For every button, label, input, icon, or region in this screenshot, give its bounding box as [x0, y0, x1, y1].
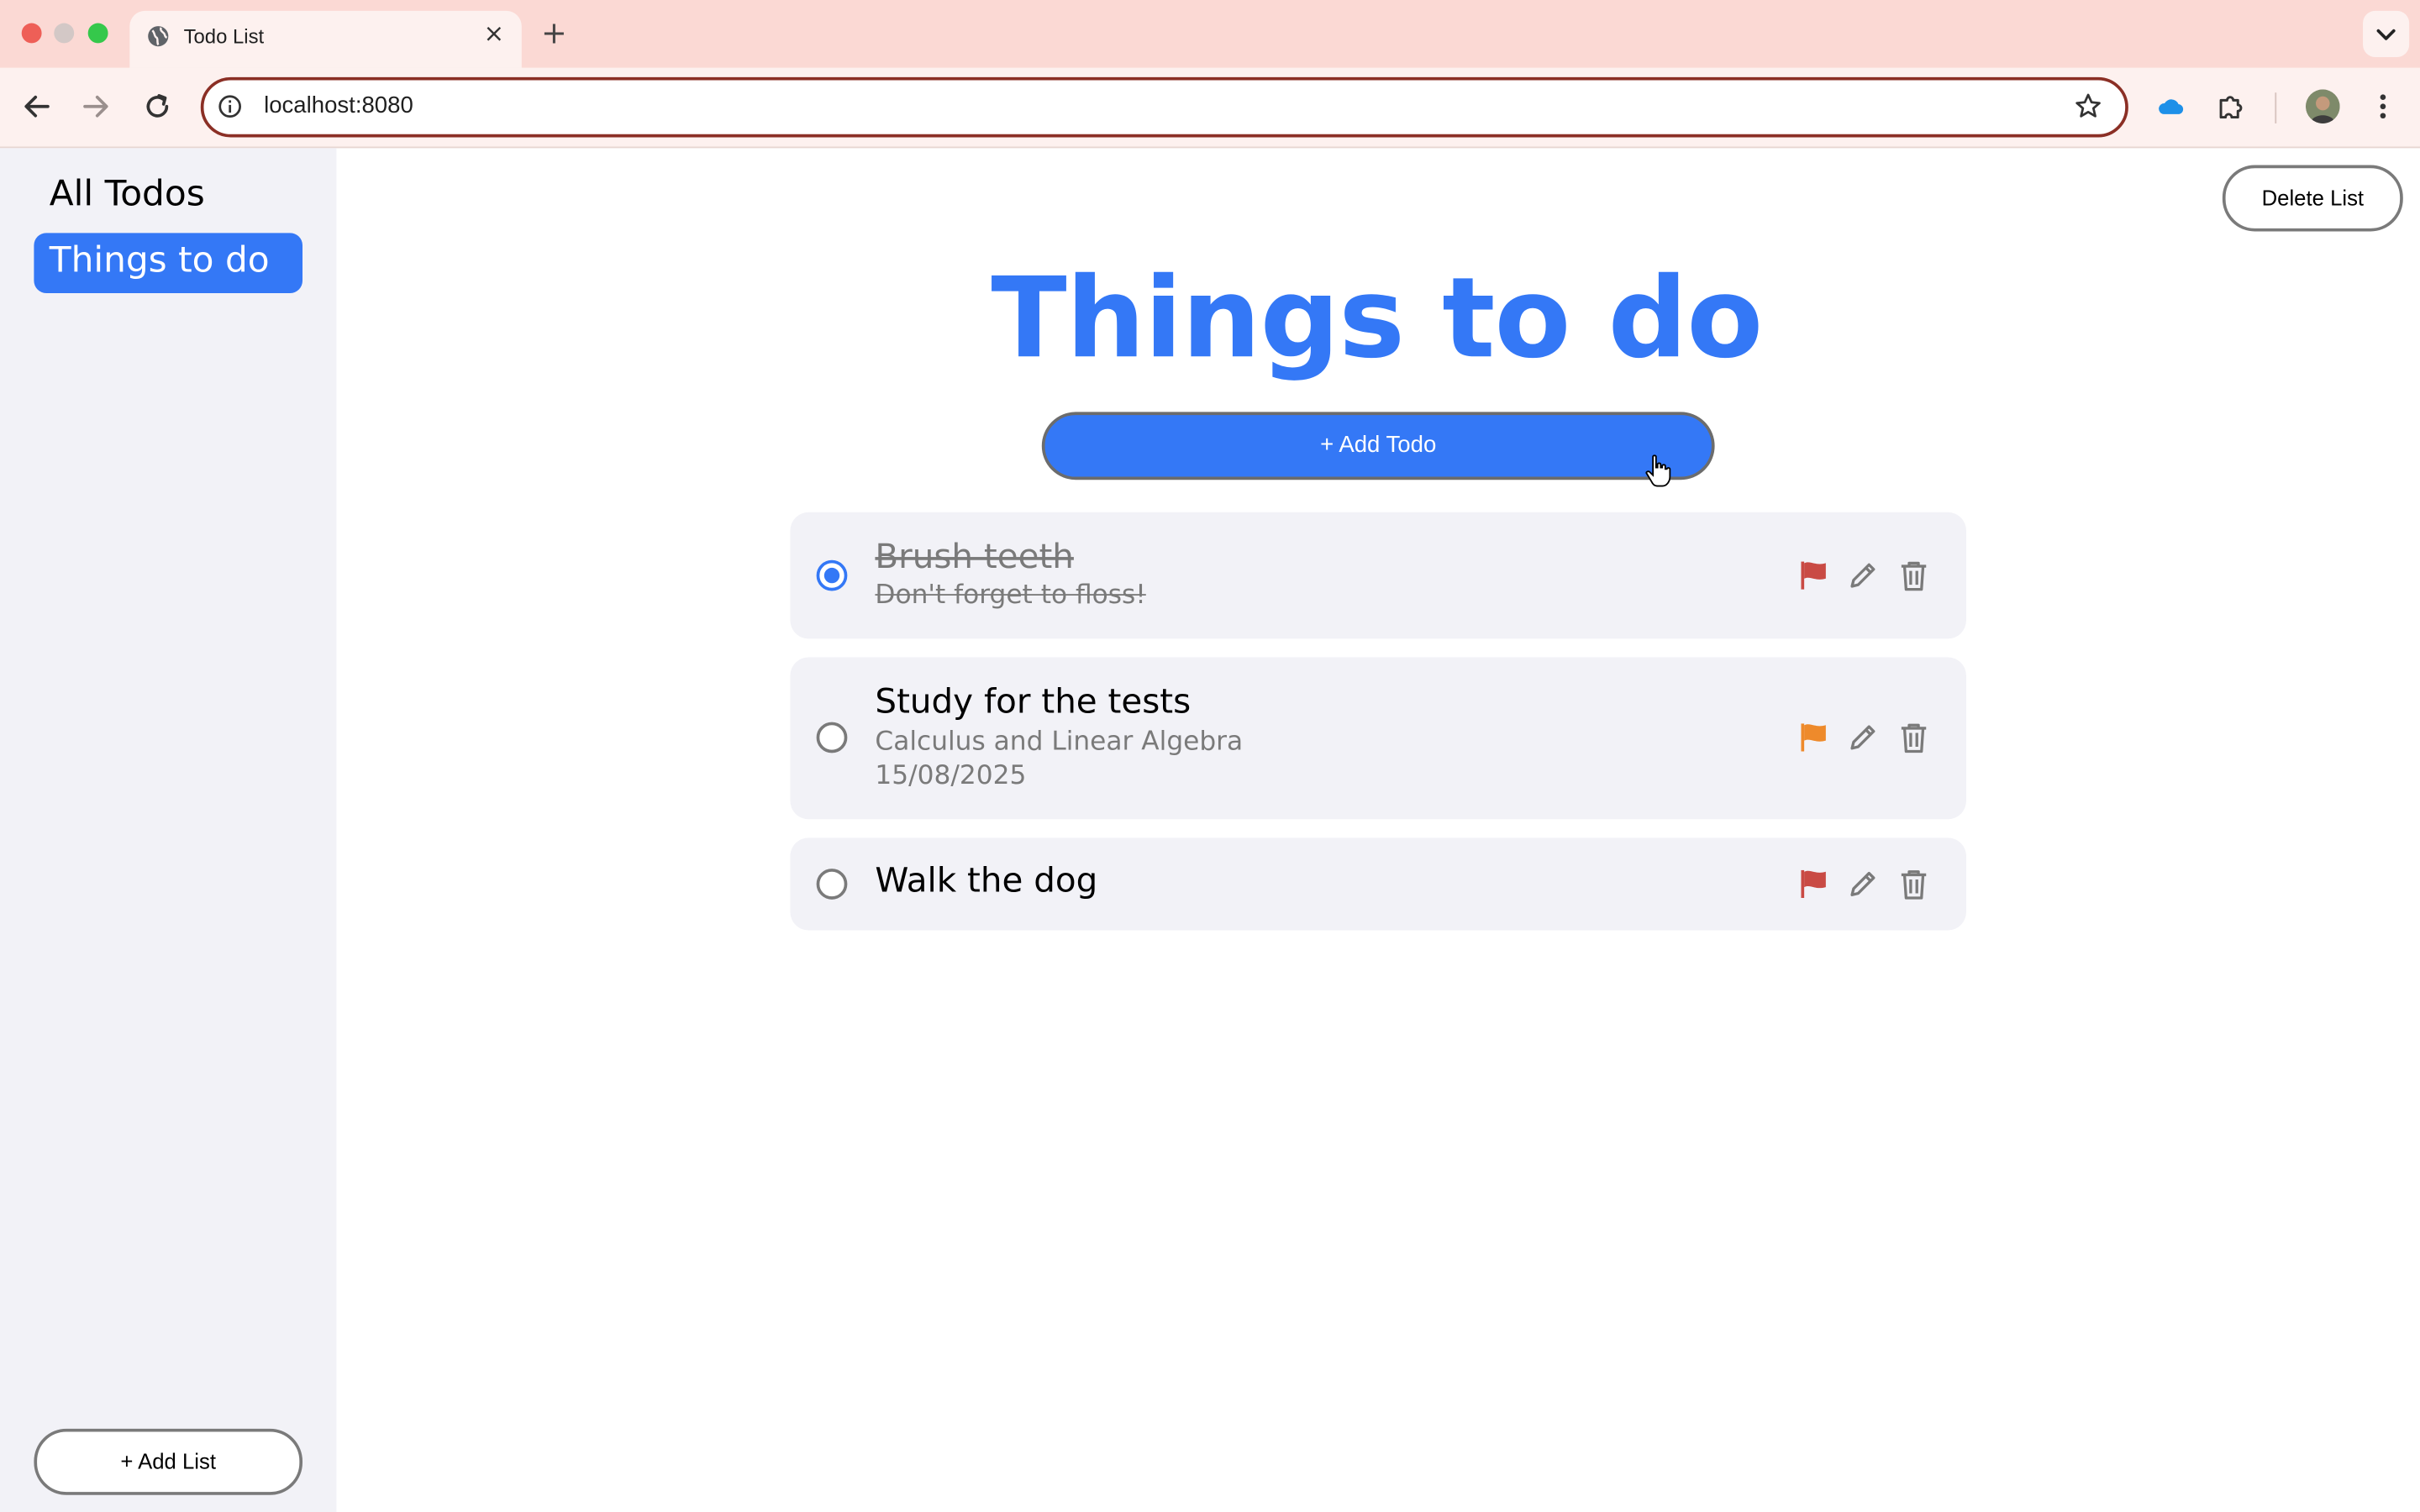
- edit-pencil-icon[interactable]: [1846, 867, 1880, 900]
- puzzle-icon[interactable]: [2217, 91, 2248, 122]
- tab-title: Todo List: [183, 24, 265, 48]
- close-window-button[interactable]: [21, 23, 42, 44]
- hand-cursor-icon: [1645, 454, 1671, 487]
- todo-title: Brush teeth: [875, 538, 1074, 577]
- edit-pencil-icon[interactable]: [1846, 559, 1880, 592]
- kebab-icon[interactable]: [2370, 90, 2395, 123]
- sidebar-item-label: Things to do: [49, 240, 270, 281]
- forward-icon[interactable]: [77, 88, 114, 125]
- todo-complete-radio[interactable]: [816, 869, 848, 900]
- delete-list-button[interactable]: Delete List: [2222, 165, 2403, 232]
- sidebar-item-things-to-do[interactable]: Things to do: [34, 233, 302, 293]
- minimize-window-button[interactable]: [54, 23, 75, 44]
- page-title: Things to do: [991, 253, 1763, 383]
- globe-icon: [148, 26, 169, 47]
- trash-icon[interactable]: [1897, 559, 1930, 592]
- todo-title: Study for the tests: [875, 683, 1192, 722]
- star-icon[interactable]: [2073, 91, 2104, 122]
- app-page: All Todos Things to do + Add List Delete…: [0, 148, 2420, 1512]
- tab-close-icon[interactable]: ×: [481, 21, 506, 46]
- sidebar-item-all-todos[interactable]: All Todos: [50, 175, 205, 215]
- flag-icon[interactable]: [1797, 559, 1830, 592]
- todo-item[interactable]: Study for the tests Calculus and Linear …: [790, 657, 1966, 820]
- browser-tab-bar: Todo List × +: [0, 0, 2420, 68]
- new-tab-button[interactable]: +: [537, 15, 571, 49]
- todo-item[interactable]: Walk the dog: [790, 837, 1966, 931]
- todo-notes: Don't forget to floss!: [875, 580, 1146, 612]
- flag-icon[interactable]: [1797, 867, 1830, 900]
- add-todo-button[interactable]: + Add Todo: [1041, 412, 1715, 480]
- todo-due-date: 15/08/2025: [875, 760, 1027, 792]
- trash-icon[interactable]: [1897, 721, 1930, 754]
- back-icon[interactable]: [18, 88, 55, 125]
- todo-item[interactable]: Brush teeth Don't forget to floss!: [790, 512, 1966, 639]
- address-bar[interactable]: localhost:8080: [200, 76, 2128, 138]
- info-icon[interactable]: [218, 94, 242, 118]
- url-text: localhost:8080: [264, 92, 413, 119]
- reload-icon[interactable]: [139, 88, 176, 125]
- todo-complete-radio[interactable]: [816, 722, 848, 753]
- tab-search-button[interactable]: [2363, 10, 2410, 57]
- profile-avatar[interactable]: [2306, 89, 2340, 123]
- cloud-icon[interactable]: [2158, 96, 2186, 118]
- trash-icon[interactable]: [1897, 867, 1930, 900]
- sidebar: All Todos Things to do + Add List: [0, 148, 337, 1512]
- todo-title: Walk the dog: [875, 862, 1098, 901]
- todo-complete-radio[interactable]: [816, 559, 848, 591]
- browser-tab[interactable]: Todo List ×: [129, 10, 522, 68]
- screen: Todo List × + localhost:8080 All Todos T…: [0, 0, 2420, 1512]
- avatar-icon: [2306, 89, 2340, 123]
- chevron-down-icon: [2376, 29, 2396, 40]
- toolbar-separator: [2275, 92, 2277, 123]
- todo-notes: Calculus and Linear Algebra: [875, 727, 1244, 758]
- browser-toolbar: localhost:8080: [0, 67, 2420, 149]
- zoom-window-button[interactable]: [87, 23, 108, 44]
- edit-pencil-icon[interactable]: [1846, 721, 1880, 754]
- add-list-button[interactable]: + Add List: [34, 1428, 302, 1495]
- flag-icon[interactable]: [1797, 721, 1830, 754]
